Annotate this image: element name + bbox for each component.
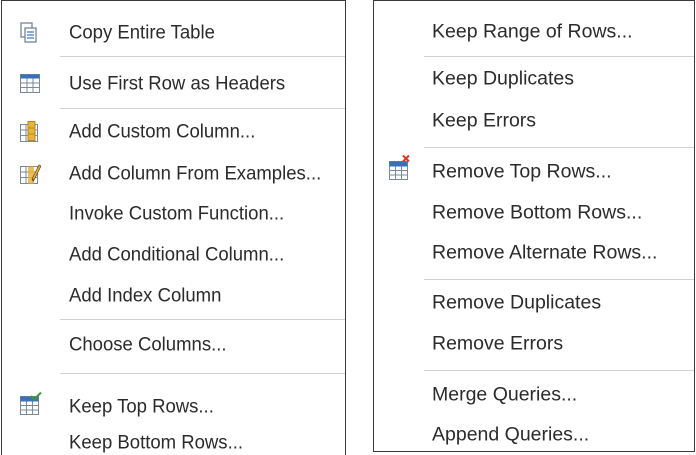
menu-item-choose-columns[interactable]: Choose Columns... [2,327,345,363]
menu-separator [60,56,345,57]
menu-item-invoke-custom-function[interactable]: Invoke Custom Function... [2,196,345,232]
menu-item-label: Keep Bottom Rows... [69,431,244,454]
menu-item-label: Use First Row as Headers [69,72,286,95]
custom-column-icon [20,121,38,142]
menu-separator [424,279,694,280]
menu-item-label: Merge Queries... [432,383,578,406]
menu-item-label: Remove Top Rows... [432,160,612,183]
menu-item-keep-range-of-rows[interactable]: Keep Range of Rows... [374,14,694,50]
menu-item-label: Add Conditional Column... [69,243,285,266]
keep-rows-icon [20,392,42,415]
menu-item-label: Copy Entire Table [69,21,215,44]
menu-item-keep-top-rows[interactable]: Keep Top Rows... [2,389,345,425]
menu-item-label: Keep Duplicates [432,67,575,90]
remove-rows-icon [389,155,410,180]
menu-separator [60,108,345,109]
menu-item-label: Add Column From Examples... [69,162,322,185]
menu-item-label: Remove Bottom Rows... [432,201,643,224]
menu-separator [60,319,345,320]
menu-item-add-column-from-examples[interactable]: Add Column From Examples... [2,156,345,192]
menu-item-label: Choose Columns... [69,333,227,356]
menu-item-label: Remove Alternate Rows... [432,241,658,264]
menu-item-label: Add Index Column [69,284,222,307]
menu-item-use-first-row-as-headers[interactable]: Use First Row as Headers [2,66,345,102]
menu-item-keep-duplicates[interactable]: Keep Duplicates [374,61,694,97]
menu-item-keep-errors[interactable]: Keep Errors [374,103,694,139]
menu-item-remove-alternate-rows[interactable]: Remove Alternate Rows... [374,235,694,271]
menu-separator [424,147,694,148]
menu-item-add-conditional-column[interactable]: Add Conditional Column... [2,237,345,273]
menu-item-remove-errors[interactable]: Remove Errors [374,326,694,362]
menu-separator [424,56,694,57]
menu-item-label: Remove Duplicates [432,291,602,314]
menu-separator [60,373,345,374]
context-menu-left: Copy Entire Table Use First Row as Heade… [1,0,346,455]
menu-item-add-custom-column[interactable]: Add Custom Column... [2,114,345,150]
menu-item-merge-queries[interactable]: Merge Queries... [374,377,694,413]
menu-item-remove-duplicates[interactable]: Remove Duplicates [374,285,694,321]
menu-separator [424,370,694,371]
copy-table-icon [20,22,37,43]
menu-item-label: Add Custom Column... [69,120,256,143]
menu-item-label: Keep Top Rows... [69,395,214,418]
context-menu-right: Keep Range of Rows... Keep Duplicates Ke… [373,0,695,452]
menu-item-label: Keep Range of Rows... [432,20,633,43]
table-header-icon [20,74,40,93]
menu-item-label: Remove Errors [432,332,564,355]
menu-item-label: Keep Errors [432,109,537,132]
menu-item-append-queries[interactable]: Append Queries... [374,417,694,451]
menu-item-remove-top-rows[interactable]: Remove Top Rows... [374,154,694,190]
menu-item-label: Append Queries... [432,423,590,446]
menu-item-remove-bottom-rows[interactable]: Remove Bottom Rows... [374,195,694,231]
menu-item-label: Invoke Custom Function... [69,202,285,225]
menu-item-keep-bottom-rows[interactable]: Keep Bottom Rows... [2,425,345,455]
menu-item-add-index-column[interactable]: Add Index Column [2,278,345,314]
menu-item-copy-entire-table[interactable]: Copy Entire Table [2,15,345,51]
column-from-examples-icon [20,164,41,184]
